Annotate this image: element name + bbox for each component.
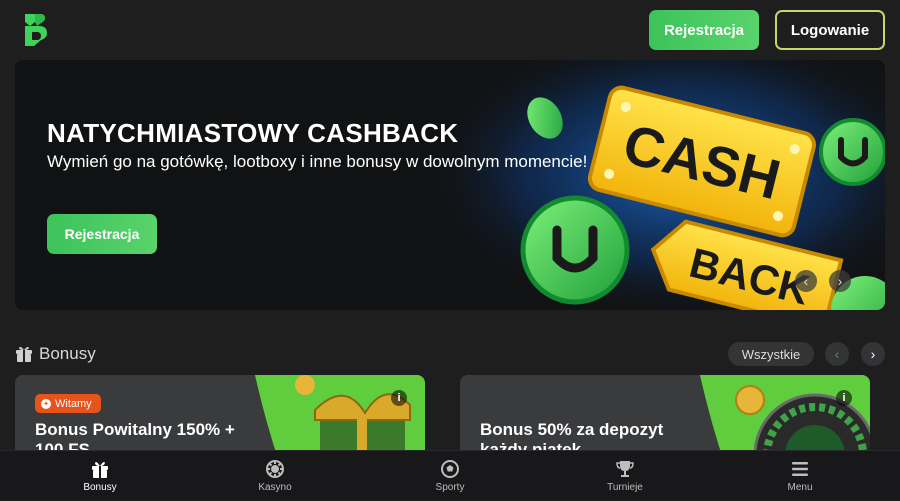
gift-icon xyxy=(92,461,108,478)
bonuses-prev-icon[interactable]: ‹ xyxy=(825,342,849,366)
bonuses-section-header: Bonusy Wszystkie ‹ › xyxy=(15,340,885,368)
hero-next-arrow-icon[interactable]: › xyxy=(829,270,851,292)
hamburger-menu-icon xyxy=(792,461,808,476)
bonuses-next-icon[interactable]: › xyxy=(861,342,885,366)
welcome-badge-label: Witamy xyxy=(55,397,92,410)
top-bar: Rejestracja Logowanie xyxy=(0,0,900,60)
soccer-ball-icon xyxy=(441,459,459,478)
nav-sporty[interactable]: Sporty xyxy=(395,451,505,501)
info-icon[interactable]: i xyxy=(391,390,407,406)
bonuses-title: Bonusy xyxy=(39,344,96,363)
header-login-button[interactable]: Logowanie xyxy=(775,10,885,50)
badge-flame-icon: ✦ xyxy=(41,398,51,409)
nav-menu[interactable]: Menu xyxy=(745,451,855,501)
welcome-badge: ✦ Witamy xyxy=(35,394,101,413)
see-all-bonuses-button[interactable]: Wszystkie xyxy=(728,342,814,366)
cashback-illustration: CASH BACK xyxy=(435,60,885,310)
hero-register-button[interactable]: Rejestracja xyxy=(47,214,157,254)
nav-kasyno-label: Kasyno xyxy=(258,481,292,493)
nav-bonusy[interactable]: Bonusy xyxy=(45,451,155,501)
nav-turnieje[interactable]: Turnieje xyxy=(570,451,680,501)
trophy-icon xyxy=(616,460,634,477)
header-register-button[interactable]: Rejestracja xyxy=(649,10,759,50)
nav-kasyno[interactable]: Kasyno xyxy=(220,451,330,501)
info-icon[interactable]: i xyxy=(836,390,852,406)
hero-subtitle: Wymień go na gotówkę, lootboxy i inne bo… xyxy=(47,152,588,171)
brand-logo[interactable] xyxy=(22,12,50,48)
hero-title: NATYCHMIASTOWY CASHBACK xyxy=(47,118,459,148)
bottom-navigation: Bonusy Kasyno Sporty Turnieje Menu xyxy=(0,450,900,500)
nav-menu-label: Menu xyxy=(787,481,813,493)
gift-icon xyxy=(16,346,32,362)
nav-sporty-label: Sporty xyxy=(435,481,465,493)
casino-chip-icon xyxy=(266,459,284,478)
nav-turnieje-label: Turnieje xyxy=(607,481,643,493)
hero-banner[interactable]: CASH BACK NATYCHMIASTOWY CASHBACK Wymień… xyxy=(15,60,885,310)
nav-bonusy-label: Bonusy xyxy=(83,481,117,493)
hero-prev-arrow-icon[interactable]: ‹ xyxy=(795,270,817,292)
